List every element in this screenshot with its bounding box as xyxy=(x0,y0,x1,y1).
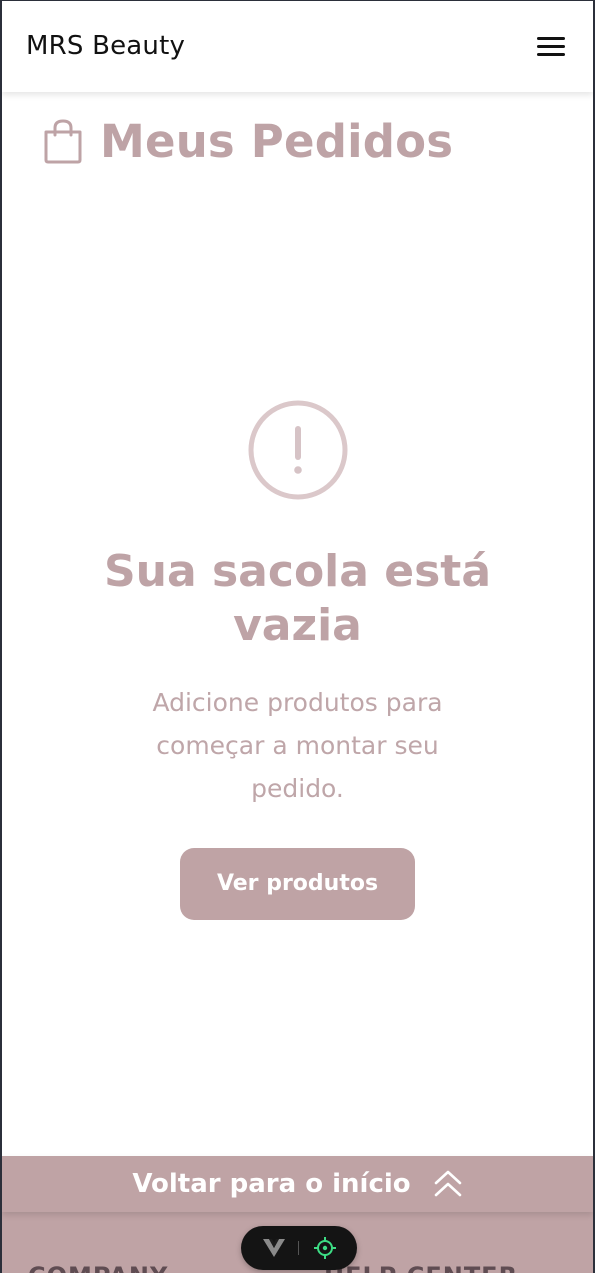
back-to-top-label: Voltar para o início xyxy=(132,1169,411,1199)
alert-circle-icon xyxy=(248,400,347,500)
toolbar-separator xyxy=(298,1241,299,1255)
page-header: Meus Pedidos xyxy=(42,111,453,171)
menu-line xyxy=(537,37,565,40)
back-to-top-bar[interactable]: Voltar para o início xyxy=(2,1156,593,1212)
empty-state-description: Adicione produtos para começar a montar … xyxy=(152,688,443,803)
shopping-bag-icon xyxy=(44,119,82,164)
menu-line xyxy=(537,45,565,48)
page-title: Meus Pedidos xyxy=(100,114,454,168)
brand-logo-text[interactable]: MRS Beauty xyxy=(26,30,185,62)
double-chevron-up-icon xyxy=(434,1170,461,1197)
empty-state-title: Sua sacola está vazia xyxy=(103,546,492,651)
app-frame: MRS Beauty Meus Pedidos Sua sacola está … xyxy=(0,0,595,1273)
crosshair-target-icon[interactable] xyxy=(314,1237,336,1259)
vue-logo-icon[interactable] xyxy=(263,1238,285,1258)
dev-toolbar[interactable] xyxy=(241,1226,357,1270)
hamburger-menu-icon[interactable] xyxy=(537,35,567,59)
footer-company-heading: COMPANY xyxy=(28,1262,168,1273)
view-products-button[interactable]: Ver produtos xyxy=(180,848,415,920)
menu-line xyxy=(537,53,565,56)
empty-cart-state: Sua sacola está vazia Adicione produtos … xyxy=(2,399,593,920)
footer-help-center-heading: HELP CENTER xyxy=(324,1262,518,1273)
top-navbar: MRS Beauty xyxy=(2,1,593,92)
